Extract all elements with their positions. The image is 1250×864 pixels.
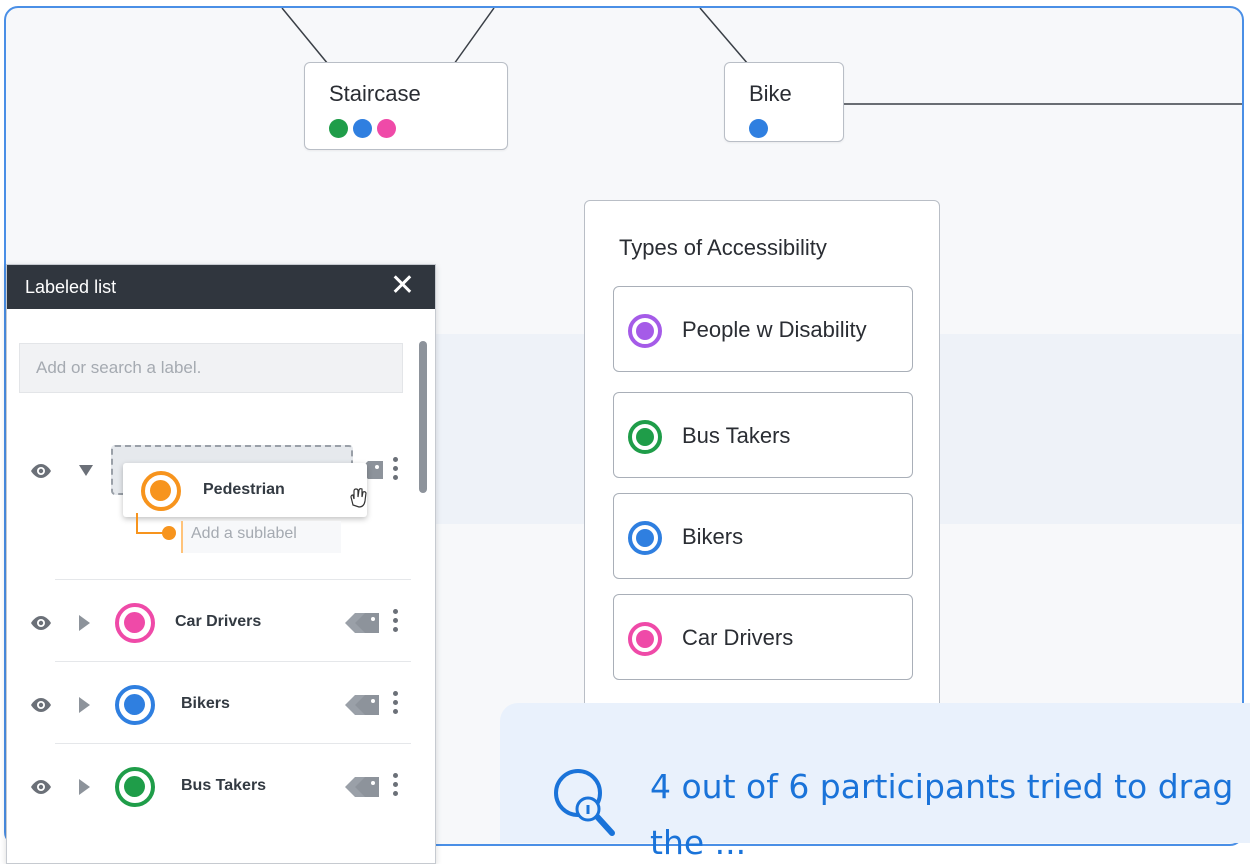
label-dot [353,119,372,138]
label-dots [749,119,768,138]
dragged-label-chip[interactable]: Pedestrian [123,463,367,517]
collapse-triangle-icon[interactable] [79,465,93,477]
panel-header: Labeled list ✕ [7,265,435,309]
label-ring-icon [628,521,662,555]
divider [55,661,411,662]
eye-icon[interactable] [29,615,53,631]
label-row[interactable]: Bus Takers [7,757,417,817]
node-bike[interactable]: Bike [724,62,844,142]
expand-triangle-icon[interactable] [79,615,91,631]
node-staircase[interactable]: Staircase [304,62,508,150]
more-options-icon[interactable] [393,609,399,635]
grab-cursor-icon [350,488,367,508]
finding-text: 4 out of 6 participants tried to drag [650,767,1234,806]
label-ring-icon [628,314,662,348]
divider [55,743,411,744]
accessibility-card-title: Types of Accessibility [619,235,827,260]
divider [55,579,411,580]
node-title: Bike [749,81,792,106]
panel-title: Labeled list [25,277,117,297]
close-icon[interactable]: ✕ [390,271,415,301]
label-row-text: Car Drivers [175,613,262,630]
accessibility-item-label: People w Disability [682,317,867,342]
accessibility-item-label: Car Drivers [682,625,794,650]
label-row-text: Bus Takers [181,777,267,794]
node-title: Staircase [329,81,421,106]
more-options-icon[interactable] [393,691,399,717]
label-row[interactable]: Car Drivers [7,593,417,653]
scrollbar[interactable] [419,341,427,493]
more-options-icon[interactable] [393,457,399,483]
label-dot [377,119,396,138]
accessibility-card: Types of Accessibility People w Disabili… [584,200,940,720]
sublabel-connector-icon [136,513,176,540]
label-row[interactable]: Bikers [7,675,417,735]
label-dot [749,119,768,138]
sublabel-input[interactable]: Add a sublabel [181,521,341,553]
label-ring-icon [628,420,662,454]
search-insight-icon [554,769,615,836]
tag-icon[interactable] [343,693,383,717]
expand-triangle-icon[interactable] [79,697,91,713]
label-dots [329,119,396,138]
finding-callout: 4 out of 6 participants tried to drag th… [500,703,1250,862]
accessibility-item[interactable]: Car Drivers [613,594,913,680]
label-ring-icon [115,603,155,643]
eye-icon[interactable] [29,779,53,795]
accessibility-item[interactable]: Bikers [613,493,913,579]
label-ring-icon [115,685,155,725]
accessibility-item[interactable]: Bus Takers [613,392,913,478]
tag-icon[interactable] [343,775,383,799]
accessibility-item-label: Bikers [682,524,744,549]
accessibility-item[interactable]: People w Disability [613,286,913,372]
more-options-icon[interactable] [393,773,399,799]
label-ring-icon [115,767,155,807]
tag-icon[interactable] [343,611,383,635]
label-row-text: Bikers [181,695,230,712]
label-search-input[interactable] [19,343,403,393]
labeled-list-panel: Labeled list ✕ Pedestrian Add a sublabel [6,264,436,864]
finding-text-line2: the ... [650,823,747,862]
eye-icon[interactable] [29,463,53,479]
label-dot [329,119,348,138]
accessibility-item-label: Bus Takers [682,423,791,448]
label-ring-icon [141,471,181,511]
dragged-label-text: Pedestrian [203,481,285,498]
label-ring-icon [628,622,662,656]
eye-icon[interactable] [29,697,53,713]
expand-triangle-icon[interactable] [79,779,91,795]
